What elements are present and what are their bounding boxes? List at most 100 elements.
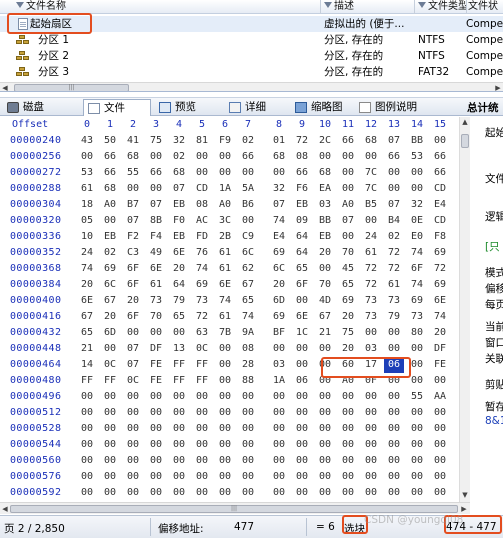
hex-byte[interactable]: 00	[215, 341, 235, 357]
hex-byte[interactable]: 00	[407, 469, 427, 485]
hex-byte[interactable]: 03	[361, 341, 381, 357]
hex-byte[interactable]: 80	[407, 325, 427, 341]
hex-byte[interactable]: 0C	[192, 341, 212, 357]
hex-byte[interactable]: 61	[215, 309, 235, 325]
hex-byte[interactable]: 73	[192, 293, 212, 309]
hex-byte[interactable]: 00	[338, 165, 358, 181]
hex-byte[interactable]: 00	[315, 341, 335, 357]
hex-byte[interactable]: 6D	[100, 325, 120, 341]
hex-byte[interactable]: 81	[192, 133, 212, 149]
hex-byte[interactable]: 0F	[361, 373, 381, 389]
hex-byte[interactable]: 00	[192, 165, 212, 181]
hex-byte[interactable]: 66	[384, 149, 404, 165]
hex-byte[interactable]: 00	[169, 485, 189, 501]
hex-byte[interactable]: 13	[169, 341, 189, 357]
hex-byte[interactable]: 00	[123, 405, 143, 421]
hex-byte[interactable]: FE	[146, 373, 166, 389]
hex-byte[interactable]: 00	[384, 453, 404, 469]
hex-byte[interactable]: 00	[407, 437, 427, 453]
hex-byte[interactable]: 53	[407, 149, 427, 165]
hex-byte[interactable]: 66	[430, 149, 450, 165]
hex-byte[interactable]: 73	[146, 293, 166, 309]
hex-byte[interactable]: 00	[192, 421, 212, 437]
expand-column[interactable]	[4, 0, 16, 14]
column-header-desc[interactable]: 描述	[324, 0, 410, 14]
hex-byte[interactable]: 00	[407, 357, 427, 373]
hex-byte[interactable]: 74	[192, 261, 212, 277]
hex-byte[interactable]: 00	[269, 341, 289, 357]
hex-byte[interactable]: 00	[430, 421, 450, 437]
hex-byte[interactable]: 00	[338, 437, 358, 453]
hex-byte[interactable]: 69	[407, 293, 427, 309]
hex-byte[interactable]: 79	[169, 293, 189, 309]
hex-byte[interactable]: 66	[100, 149, 120, 165]
hex-byte[interactable]: 00	[361, 149, 381, 165]
file-list-row[interactable]: 起始扇区 虚拟出的 (便于... Compe	[0, 16, 503, 32]
hex-byte[interactable]: 00	[146, 485, 166, 501]
hex-byte[interactable]: 00	[384, 421, 404, 437]
hex-byte[interactable]: 00	[315, 149, 335, 165]
vertical-scrollbar[interactable]: ▲ ▼	[459, 117, 470, 502]
hex-byte[interactable]: 00	[292, 469, 312, 485]
hex-byte[interactable]: 68	[100, 181, 120, 197]
tab-preview[interactable]: 预览	[155, 99, 221, 116]
hex-byte[interactable]: 00	[123, 181, 143, 197]
hex-byte[interactable]: 00	[146, 389, 166, 405]
horizontal-scrollbar[interactable]: ◀ ||| ▶	[0, 82, 503, 91]
hex-byte[interactable]: 00	[315, 469, 335, 485]
hex-byte[interactable]: 70	[338, 245, 358, 261]
hex-byte[interactable]: 00	[146, 405, 166, 421]
hex-byte[interactable]: 6D	[269, 293, 289, 309]
hex-byte[interactable]: 6C	[100, 277, 120, 293]
hex-byte[interactable]: 72	[384, 245, 404, 261]
hex-byte[interactable]: 6E	[77, 293, 97, 309]
hex-byte[interactable]: 00	[192, 437, 212, 453]
hex-byte[interactable]: 20	[269, 277, 289, 293]
hex-byte[interactable]: 00	[384, 389, 404, 405]
hex-byte[interactable]: FD	[192, 229, 212, 245]
hex-byte[interactable]: 00	[100, 405, 120, 421]
hex-byte[interactable]: 00	[77, 405, 97, 421]
hex-byte[interactable]: 4D	[315, 293, 335, 309]
hex-byte[interactable]: EB	[100, 229, 120, 245]
hex-byte[interactable]: 00	[407, 181, 427, 197]
hex-byte[interactable]: 00	[430, 437, 450, 453]
hex-byte[interactable]: 66	[292, 165, 312, 181]
hex-byte[interactable]: 00	[315, 453, 335, 469]
hex-byte[interactable]: 00	[100, 469, 120, 485]
hex-byte[interactable]: EB	[315, 229, 335, 245]
filter-icon[interactable]	[16, 2, 24, 8]
hex-byte[interactable]: 00	[315, 437, 335, 453]
hex-byte[interactable]: 65	[338, 277, 358, 293]
hex-byte[interactable]: 41	[123, 133, 143, 149]
hex-byte[interactable]: FF	[192, 357, 212, 373]
hex-byte[interactable]: 00	[215, 437, 235, 453]
hex-byte[interactable]: CD	[430, 213, 450, 229]
hex-byte[interactable]: 72	[361, 261, 381, 277]
hex-byte[interactable]: 00	[269, 389, 289, 405]
hex-byte[interactable]: 2C	[315, 133, 335, 149]
hex-byte[interactable]: 00	[361, 405, 381, 421]
hex-byte[interactable]: 00	[338, 389, 358, 405]
hex-byte[interactable]: 00	[384, 325, 404, 341]
file-list-row[interactable]: 分区 3 分区, 存在的 FAT32 Compe	[0, 64, 503, 80]
hex-byte[interactable]: E0	[407, 229, 427, 245]
hex-byte[interactable]: 00	[215, 469, 235, 485]
scroll-left-icon[interactable]: ◀	[0, 83, 10, 91]
hex-byte[interactable]: B6	[238, 197, 258, 213]
hex-byte[interactable]: EB	[292, 197, 312, 213]
hex-byte[interactable]: 03	[269, 357, 289, 373]
tab-details[interactable]: 详细	[225, 99, 287, 116]
hex-byte[interactable]: 32	[269, 181, 289, 197]
scroll-thumb[interactable]: |||	[14, 84, 129, 91]
hex-byte[interactable]: 00	[77, 485, 97, 501]
hex-byte[interactable]: 00	[292, 437, 312, 453]
hex-byte[interactable]: 00	[215, 421, 235, 437]
hex-byte[interactable]: FE	[146, 357, 166, 373]
hex-byte[interactable]: 69	[192, 277, 212, 293]
hex-byte[interactable]: 00	[361, 325, 381, 341]
hex-byte[interactable]: 00	[269, 421, 289, 437]
hex-byte[interactable]: FF	[77, 373, 97, 389]
hex-byte[interactable]: 00	[238, 485, 258, 501]
hex-byte[interactable]: 00	[169, 405, 189, 421]
